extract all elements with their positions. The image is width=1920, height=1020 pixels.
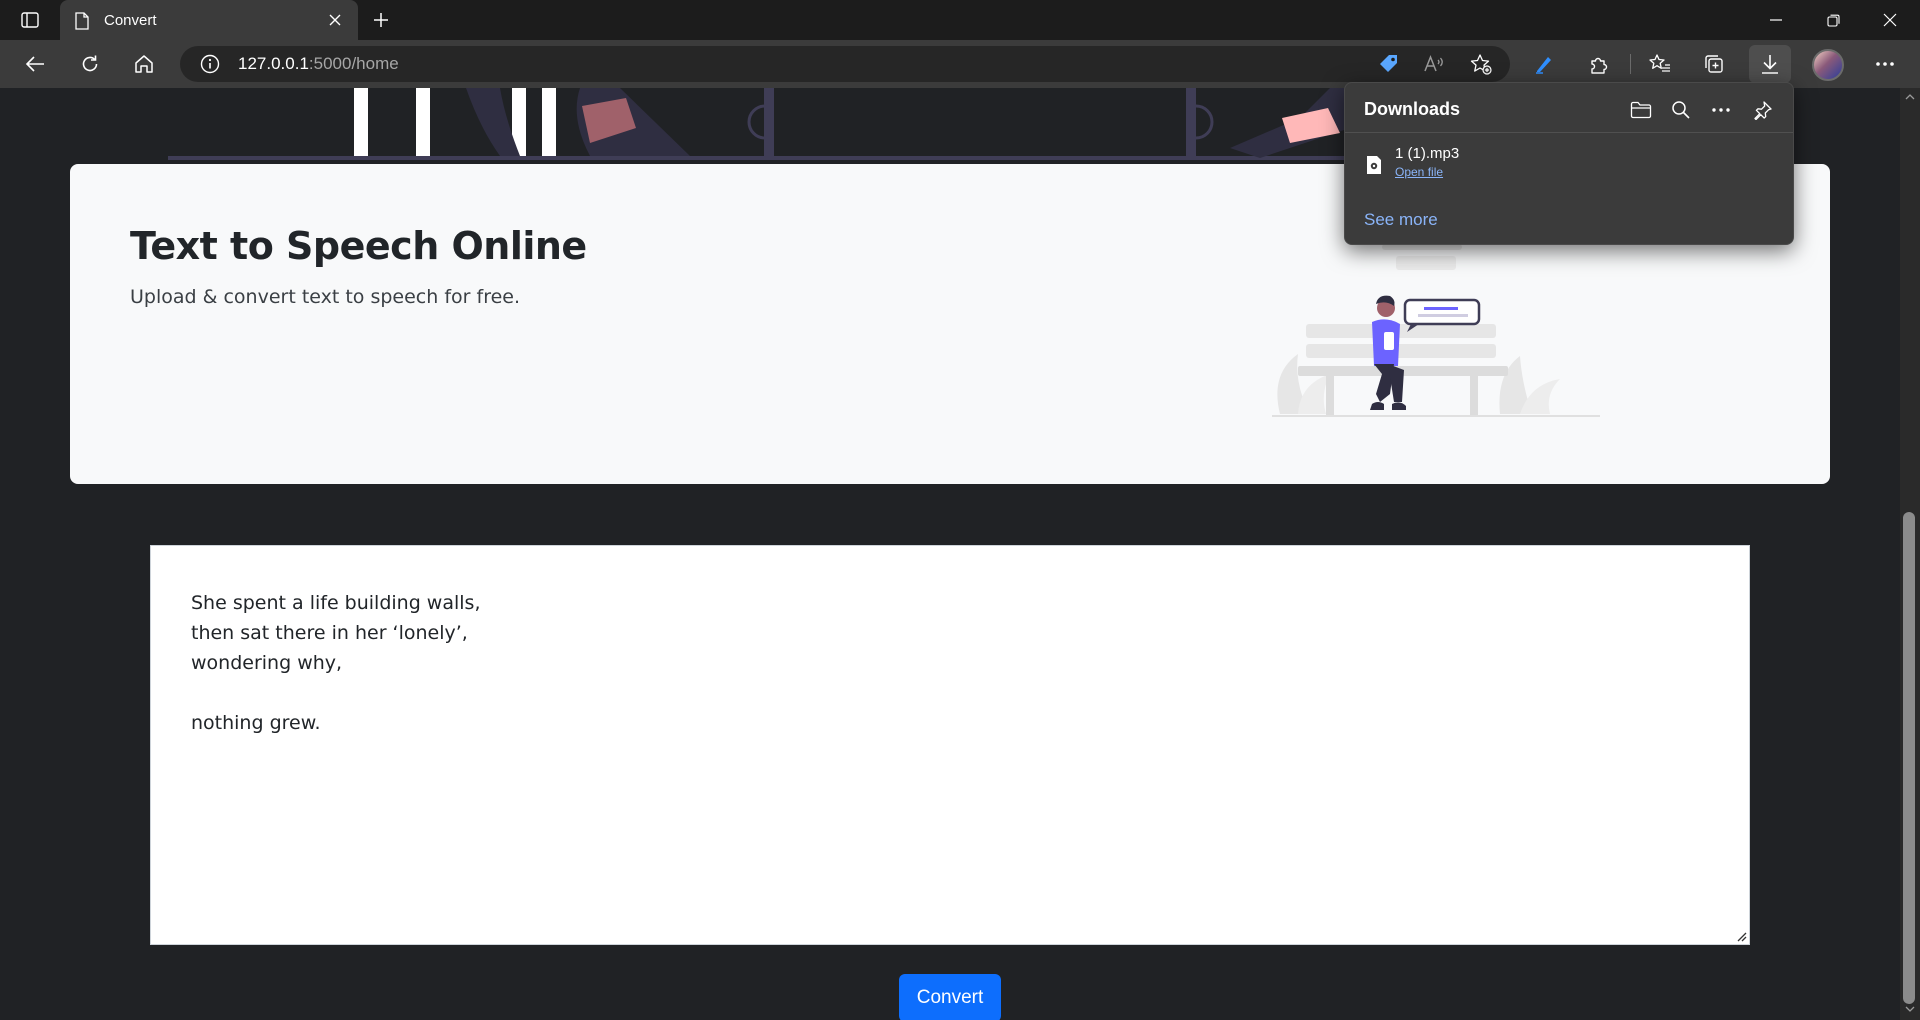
refresh-icon[interactable]	[72, 48, 108, 80]
downloads-divider	[1345, 132, 1793, 133]
bench-illustration	[1272, 244, 1600, 417]
more-options-icon[interactable]	[1871, 50, 1899, 78]
page-subtitle: Upload & convert text to speech for free…	[130, 286, 521, 308]
url-text: 127.0.0.1:5000/home	[238, 54, 399, 73]
tab-actions-icon[interactable]	[14, 8, 46, 32]
read-aloud-icon[interactable]	[1420, 50, 1448, 78]
site-info-icon[interactable]	[200, 54, 220, 74]
text-line: nothing grew.	[191, 712, 321, 734]
tab-title: Convert	[104, 11, 157, 29]
text-input[interactable]: She spent a life building walls, then sa…	[150, 545, 1750, 945]
text-line: She spent a life building walls,	[191, 592, 481, 614]
close-icon[interactable]	[326, 11, 344, 29]
scroll-down-icon[interactable]	[1905, 1004, 1915, 1014]
home-icon[interactable]	[126, 48, 162, 80]
convert-button[interactable]: Convert	[899, 974, 1001, 1020]
more-icon[interactable]	[1707, 96, 1735, 124]
search-icon[interactable]	[1667, 96, 1695, 124]
resize-handle-icon[interactable]	[1735, 930, 1747, 942]
open-file-link[interactable]: Open file	[1395, 165, 1443, 179]
audio-file-icon	[1367, 156, 1381, 174]
page-icon	[74, 12, 90, 30]
pen-icon[interactable]	[1530, 50, 1558, 78]
tab-active[interactable]: Convert	[60, 0, 358, 40]
extensions-icon[interactable]	[1585, 50, 1613, 78]
scrollbar-thumb[interactable]	[1903, 512, 1915, 1004]
profile-avatar[interactable]	[1812, 49, 1844, 81]
downloads-panel: Downloads 1 (1).mp3 Open file See more	[1344, 82, 1794, 245]
tab-bar: Convert	[0, 0, 1920, 40]
new-tab-button[interactable]	[366, 6, 396, 34]
download-icon[interactable]	[1756, 50, 1784, 78]
browser-toolbar: 127.0.0.1:5000/home	[0, 40, 1920, 88]
downloads-title: Downloads	[1364, 99, 1461, 119]
text-line	[191, 678, 1709, 708]
see-more-link[interactable]: See more	[1364, 210, 1438, 230]
text-line: then sat there in her ‘lonely’,	[191, 622, 468, 644]
restore-button[interactable]	[1805, 0, 1861, 40]
shopping-tag-icon[interactable]	[1375, 50, 1403, 78]
download-filename: 1 (1).mp3	[1395, 145, 1460, 162]
scroll-up-icon[interactable]	[1905, 92, 1915, 102]
window-close-button[interactable]	[1862, 0, 1918, 40]
favorites-icon[interactable]	[1646, 50, 1674, 78]
toolbar-divider	[1630, 54, 1631, 74]
address-bar[interactable]: 127.0.0.1:5000/home	[180, 46, 1510, 82]
open-folder-icon[interactable]	[1627, 96, 1655, 124]
text-line: wondering why,	[191, 652, 343, 674]
minimize-button[interactable]	[1748, 0, 1804, 40]
pin-icon[interactable]	[1749, 96, 1777, 124]
add-favorite-icon[interactable]	[1467, 50, 1495, 78]
back-icon[interactable]	[17, 48, 53, 80]
page-title: Text to Speech Online	[130, 224, 587, 268]
collections-icon[interactable]	[1700, 50, 1728, 78]
